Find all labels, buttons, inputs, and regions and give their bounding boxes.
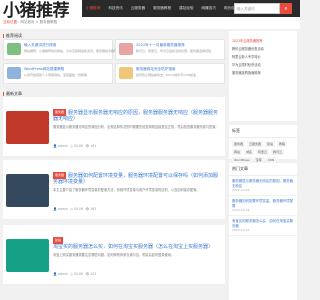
- recommend-card[interactable]: 输入关键词进行搜索 网站推荐，小猪推荐的好网站，分享互联网最新资讯，服务器技术教程: [3, 39, 117, 60]
- hot-title: 热门文章: [229, 163, 297, 176]
- nav-item[interactable]: 科技资讯: [104, 6, 126, 11]
- site-logo[interactable]: 小猪推荐: [3, 1, 70, 21]
- nav-item[interactable]: 小猪推荐: [82, 6, 104, 11]
- tag-item[interactable]: 建站: [265, 141, 276, 147]
- post-category[interactable]: 建站: [53, 237, 64, 244]
- post-excerpt: 淘宝上购买服务器需要注意哪些问题，如何辨别商家靠谱与否，购买后如何登录使用。: [53, 253, 175, 257]
- search-input[interactable]: 输入关键词: [234, 3, 280, 14]
- post-title[interactable]: 服务器 服务器如何配置环境变量，服务器环境配置可以保存吗（如何添加服务器环境变量）: [53, 172, 223, 186]
- tags-title: 标签: [229, 125, 297, 138]
- tag-item[interactable]: 网站: [232, 149, 243, 155]
- post-thumbnail[interactable]: [6, 239, 49, 272]
- recommend-title[interactable]: 2022年十一月最新服务器推荐: [136, 43, 185, 48]
- recommend-card[interactable]: 服务器网站安全防护指南 如何防止网站被攻击，DDoS防护与CDN加速: [115, 63, 225, 84]
- recommend-title[interactable]: 输入关键词进行搜索: [24, 43, 56, 48]
- post-thumbnail[interactable]: [6, 111, 49, 144]
- post-title[interactable]: 建站淘宝买的服务器怎么买，如何在淘宝买服务器（怎么在淘宝上买服务器）: [53, 237, 223, 251]
- nav-item[interactable]: 网赚技巧: [197, 6, 219, 11]
- sidebar-ad-line[interactable]: 服务器选购指南推荐: [229, 69, 297, 76]
- sidebar-ad-line[interactable]: 华为云限时秒杀活动: [229, 61, 297, 68]
- recommend-desc: 从零开始搭建个人博客网站，宝塔面板一键部署: [24, 73, 88, 77]
- nav-item[interactable]: 服务器教程: [149, 6, 175, 11]
- hot-date: 2022-10-24: [232, 208, 250, 212]
- hot-item[interactable]: 服务器显示服务器无响应的原因，服务器无响应 2022-10-24: [229, 176, 297, 196]
- post-thumbnail[interactable]: [6, 174, 49, 207]
- hot-date: 2022-10-24: [232, 188, 250, 192]
- sidebar-ad-line[interactable]: 阿里云新人专享特价: [229, 53, 297, 60]
- recommend-desc: 网站推荐，小猪推荐的好网站，分享互联网最新资讯，服务器技术教程: [24, 49, 118, 53]
- nav-item[interactable]: 云服务器: [127, 6, 149, 11]
- post-item: 服务器 服务器如何配置环境变量，服务器环境配置可以保存吗（如何添加服务器环境变量）…: [3, 160, 225, 220]
- post-title[interactable]: 服务器 服务器显示服务器无响应的原因，服务器服务器无响应（服务器服务器无响应）: [53, 109, 223, 123]
- post-meta: 👤 admin ◷ 04-06 👁 152: [53, 272, 97, 276]
- recommend-title[interactable]: WordPress网站搭建教程: [24, 67, 64, 72]
- recommend-thumbnail[interactable]: [119, 67, 133, 79]
- recommend-desc: 腾讯云，阿里云，华为云最新活动优惠，服务器选择经验: [136, 49, 212, 53]
- sidebar-ad-line[interactable]: 2022年云服务器推荐: [229, 37, 297, 44]
- post-item: 建站淘宝买的服务器怎么买，如何在淘宝买服务器（怎么在淘宝上买服务器） 淘宝上购买服…: [3, 225, 225, 285]
- sidebar-hot: 热门文章 服务器显示服务器无响应的原因，服务器无响应 2022-10-24 服务器如…: [229, 163, 297, 300]
- post-excerpt: 本文主要介绍了服务器环境变量的配置方法，系统环境变量与用户环境变量的区别，以及如…: [53, 188, 200, 192]
- hot-title-link[interactable]: 服务器如何配置环境变量，服务器环境配置: [232, 199, 294, 208]
- header: 小猪推荐 小猪推荐科技资讯云服务器服务器教程建站经验网赚技巧网页设计IT资讯 输…: [0, 0, 300, 29]
- post-category[interactable]: 服务器: [53, 109, 67, 116]
- post-meta: 👤 admin ◷ 04-06 👁 163: [53, 207, 97, 211]
- tag-item[interactable]: 阿里云: [256, 149, 270, 155]
- post-category[interactable]: 服务器: [53, 172, 67, 179]
- sidebar-ad-line[interactable]: 腾讯云服务器优惠活动: [229, 45, 297, 52]
- recommend-thumbnail[interactable]: [7, 43, 21, 55]
- tag-item[interactable]: 腾讯云: [271, 149, 285, 155]
- recommend-desc: 如何防止网站被攻击，DDoS防护与CDN加速: [136, 73, 197, 77]
- hot-date: 2022-10-22: [232, 228, 250, 232]
- breadcrumb: 当前位置：网站首页 > 服务器教程: [3, 20, 58, 24]
- post-meta: 👤 admin ◷ 04-06 👁 161: [53, 144, 97, 148]
- search-icon[interactable]: ⌕: [280, 3, 292, 14]
- recommend-card[interactable]: WordPress网站搭建教程 从零开始搭建个人博客网站，宝塔面板一键部署: [3, 63, 113, 84]
- hot-title-link[interactable]: 淘宝买的服务器怎么买，如何在淘宝买服务器: [232, 219, 294, 228]
- sidebar-ad-box: 2022年云服务器推荐 腾讯云服务器优惠活动 阿里云新人专享特价 华为云限时秒杀活动服…: [229, 31, 297, 121]
- tag-item[interactable]: 域名: [244, 149, 255, 155]
- tag-item[interactable]: 教程: [277, 141, 288, 147]
- tag-item[interactable]: 服务器: [232, 141, 246, 147]
- recommend-title[interactable]: 服务器网站安全防护指南: [136, 67, 176, 72]
- nav-item[interactable]: 建站经验: [175, 6, 197, 11]
- recommend-thumbnail[interactable]: [119, 43, 133, 55]
- hot-item[interactable]: 服务器如何配置环境变量，服务器环境配置 2022-10-24: [229, 196, 297, 216]
- recommend-thumbnail[interactable]: [7, 67, 21, 79]
- hot-title-link[interactable]: 服务器显示服务器无响应的原因，服务器无响应: [232, 179, 294, 188]
- post-excerpt: 服务器显示服务器无响应的原因分析，出现这种情况的时候要先检查网络连接是否正常，然…: [53, 125, 219, 129]
- post-item: 服务器 服务器显示服务器无响应的原因，服务器服务器无响应（服务器服务器无响应） 服务…: [3, 97, 225, 157]
- sidebar-tags: 标签 服务器 云服务器 建站 教程 网站 域名 阿里云 腾讯云 WordPress 宝塔 CDN: [229, 125, 297, 163]
- recommend-card[interactable]: 2022年十一月最新服务器推荐 腾讯云，阿里云，华为云最新活动优惠，服务器选择经验: [115, 39, 225, 60]
- hot-item[interactable]: 淘宝买的服务器怎么买，如何在淘宝买服务器 2022-10-22: [229, 216, 297, 236]
- tag-item[interactable]: 云服务器: [247, 141, 264, 147]
